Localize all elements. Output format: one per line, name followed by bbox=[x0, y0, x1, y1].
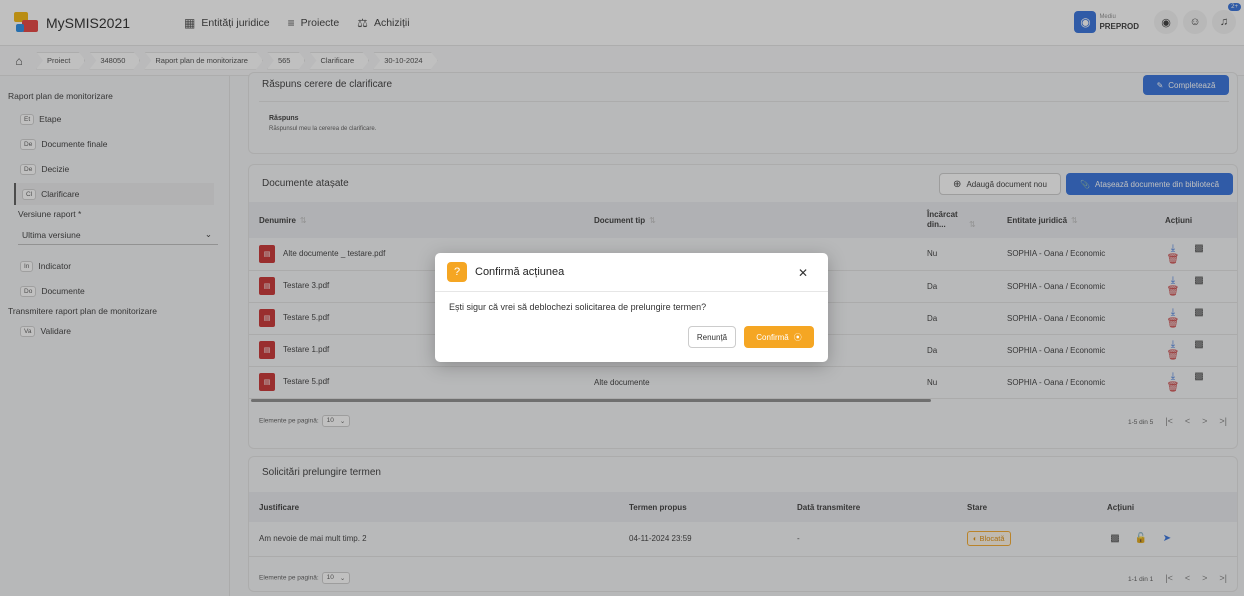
confirm-button[interactable]: Confirmă ⦿ bbox=[744, 326, 814, 348]
question-icon: ? bbox=[447, 262, 467, 282]
dialog-title: Confirmă acțiunea bbox=[475, 266, 565, 278]
confirm-dialog: ? Confirmă acțiunea ✕ Ești sigur că vrei… bbox=[435, 253, 828, 362]
dialog-message: Ești sigur că vrei să deblochezi solicit… bbox=[449, 302, 707, 312]
check-circle-icon: ⦿ bbox=[793, 332, 802, 342]
dialog-header: ? Confirmă acțiunea ✕ bbox=[435, 253, 828, 292]
button-label: Confirmă bbox=[756, 332, 789, 342]
close-icon[interactable]: ✕ bbox=[798, 266, 808, 280]
cancel-button[interactable]: Renunță bbox=[688, 326, 736, 348]
